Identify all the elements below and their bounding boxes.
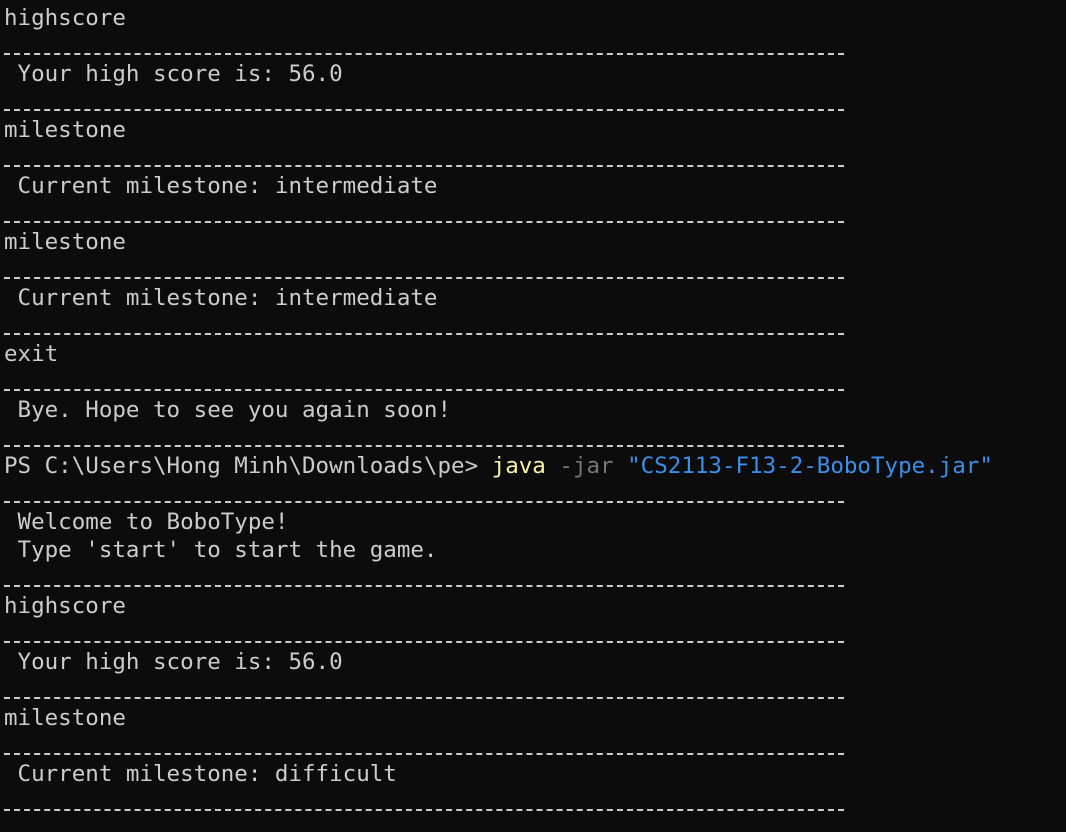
terminal-line: milestone [4,117,126,143]
separator-line [4,88,844,116]
terminal-line: exit [4,341,59,367]
prompt-line[interactable]: PS C:\Users\Hong Minh\Downloads\pe> java… [4,452,1066,480]
prompt-path: PS C:\Users\Hong Minh\Downloads\pe> [4,453,492,479]
prompt-argument: "CS2113-F13-2-BoboType.jar" [627,453,993,479]
terminal-line: Current milestone: intermediate [4,285,438,311]
separator-line [4,312,844,340]
terminal-line: Current milestone: difficult [4,761,397,787]
terminal-line: highscore [4,593,126,619]
terminal-line: Bye. Hope to see you again soon! [4,397,452,423]
prompt-command: java [491,453,546,479]
separator-line [4,732,844,760]
separator-line [4,676,844,704]
terminal-line: highscore [4,5,126,31]
prompt-flag: -jar [559,453,614,479]
separator-line [4,620,844,648]
terminal-line: Type 'start' to start the game. [4,537,438,563]
terminal-window[interactable]: highscore Your high score is: 56.0 miles… [0,0,1066,832]
separator-line [4,256,844,284]
separator-line [4,32,844,60]
terminal-line: milestone [4,705,126,731]
separator-line [4,564,844,592]
terminal-line: Your high score is: 56.0 [4,649,343,675]
separator-line [4,144,844,172]
separator-line [4,200,844,228]
separator-line [4,480,844,508]
separator-line [4,788,844,816]
separator-line [4,424,844,452]
separator-line [4,368,844,396]
terminal-line: milestone [4,229,126,255]
terminal-line: Your high score is: 56.0 [4,61,343,87]
terminal-line: Current milestone: intermediate [4,173,438,199]
terminal-line: Welcome to BoboType! [4,509,289,535]
